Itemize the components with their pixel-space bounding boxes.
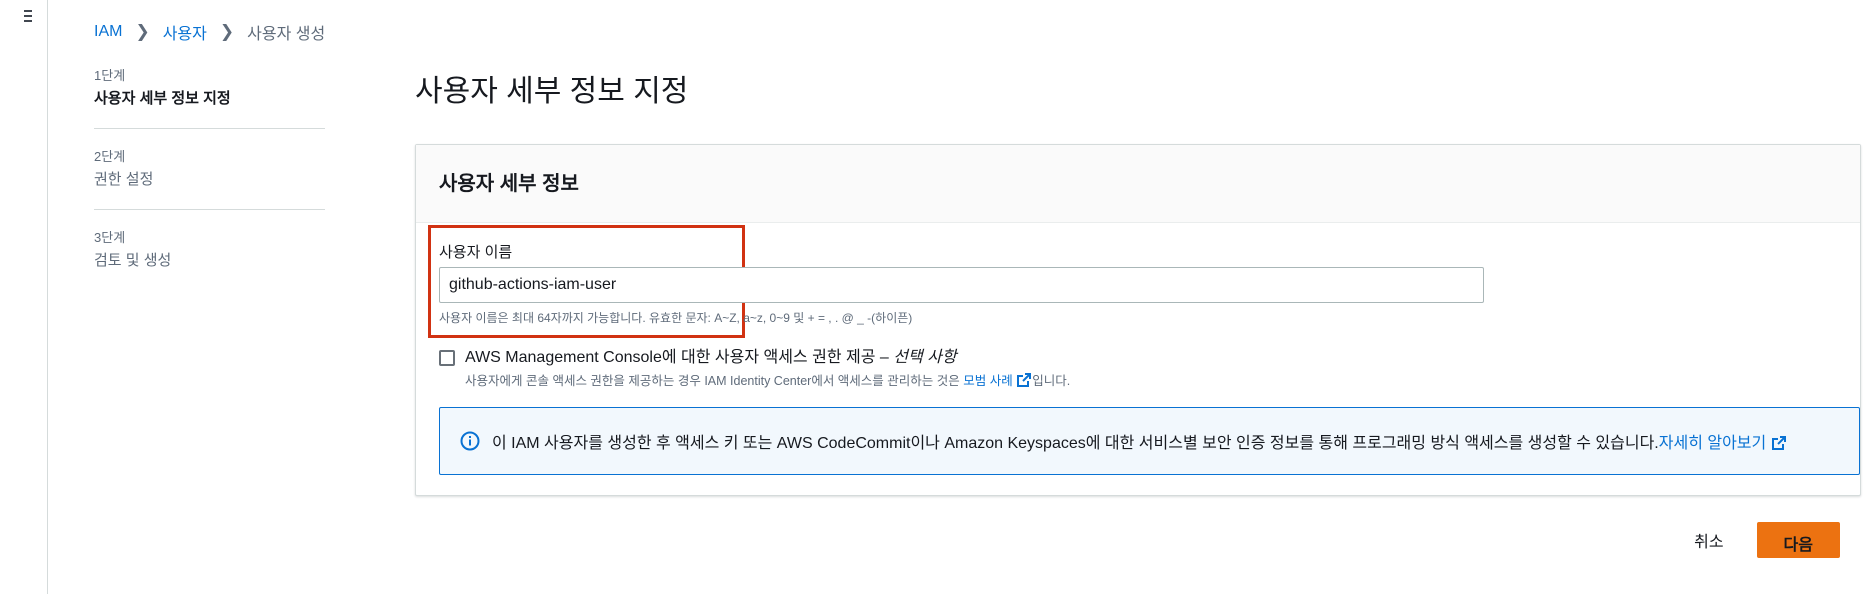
step-number: 1단계 bbox=[94, 68, 126, 83]
console-access-description: 사용자에게 콘솔 액세스 권한을 제공하는 경우 IAM Identity Ce… bbox=[465, 370, 1070, 389]
breadcrumb-current: 사용자 생성 bbox=[247, 26, 326, 43]
console-desc-before: 사용자에게 콘솔 액세스 권한을 제공하는 경우 IAM Identity Ce… bbox=[465, 374, 964, 388]
left-rail bbox=[0, 0, 48, 594]
step-number: 2단계 bbox=[94, 149, 126, 164]
wizard-steps: 1단계 사용자 세부 정보 지정 2단계 권한 설정 3단계 검토 및 생성 bbox=[94, 68, 325, 310]
optional-label: 선택 사항 bbox=[893, 349, 957, 366]
best-practice-link-text: 모범 사례 bbox=[963, 374, 1013, 388]
step-3: 3단계 검토 및 생성 bbox=[94, 230, 325, 290]
menu-icon[interactable] bbox=[24, 10, 34, 26]
next-button[interactable]: 다음 bbox=[1756, 522, 1840, 558]
cancel-button[interactable]: 취소 bbox=[1676, 520, 1741, 560]
breadcrumb: IAM ❯ 사용자 ❯ 사용자 생성 bbox=[94, 20, 325, 44]
username-hint: 사용자 이름은 최대 64자까지 가능합니다. 유효한 문자: A~Z, a~z… bbox=[439, 311, 913, 325]
breadcrumb-users[interactable]: 사용자 bbox=[163, 20, 207, 44]
user-details-container: 사용자 세부 정보 사용자 이름 사용자 이름은 최대 64자까지 가능합니다.… bbox=[415, 144, 1861, 496]
info-text: 이 IAM 사용자를 생성한 후 액세스 키 또는 AWS CodeCommit… bbox=[492, 435, 1659, 452]
chevron-right-icon: ❯ bbox=[219, 22, 235, 41]
username-input[interactable] bbox=[439, 267, 1484, 303]
step-title: 사용자 세부 정보 지정 bbox=[94, 90, 231, 107]
footer-actions: 취소 다음 bbox=[1676, 520, 1840, 560]
step-title: 권한 설정 bbox=[94, 171, 154, 188]
info-icon bbox=[460, 431, 480, 451]
info-alert: 이 IAM 사용자를 생성한 후 액세스 키 또는 AWS CodeCommit… bbox=[439, 407, 1860, 475]
console-desc-after: 입니다. bbox=[1032, 374, 1071, 388]
external-link-icon bbox=[1017, 373, 1032, 387]
console-access-option: AWS Management Console에 대한 사용자 액세스 권한 제공… bbox=[439, 348, 1070, 389]
step-2: 2단계 권한 설정 bbox=[94, 149, 325, 210]
step-1: 1단계 사용자 세부 정보 지정 bbox=[94, 68, 325, 129]
console-access-label-text: AWS Management Console에 대한 사용자 액세스 권한 제공… bbox=[465, 349, 894, 366]
learn-more-link[interactable]: 자세히 알아보기 bbox=[1659, 429, 1787, 453]
step-number: 3단계 bbox=[94, 230, 126, 245]
chevron-right-icon: ❯ bbox=[135, 22, 150, 41]
console-access-checkbox[interactable] bbox=[439, 350, 455, 366]
container-header: 사용자 세부 정보 bbox=[416, 145, 1860, 223]
container-title: 사용자 세부 정보 bbox=[439, 173, 579, 195]
console-access-label[interactable]: AWS Management Console에 대한 사용자 액세스 권한 제공… bbox=[465, 348, 1070, 368]
step-title: 검토 및 생성 bbox=[94, 252, 172, 269]
learn-more-link-text: 자세히 알아보기 bbox=[1658, 435, 1767, 452]
username-label: 사용자 이름 bbox=[439, 244, 513, 261]
best-practice-link[interactable]: 모범 사례 bbox=[963, 373, 1032, 388]
console-access-text: AWS Management Console에 대한 사용자 액세스 권한 제공… bbox=[465, 348, 1070, 389]
breadcrumb-iam[interactable]: IAM bbox=[94, 23, 122, 41]
page-title: 사용자 세부 정보 지정 bbox=[415, 75, 689, 108]
external-link-icon bbox=[1771, 436, 1786, 450]
